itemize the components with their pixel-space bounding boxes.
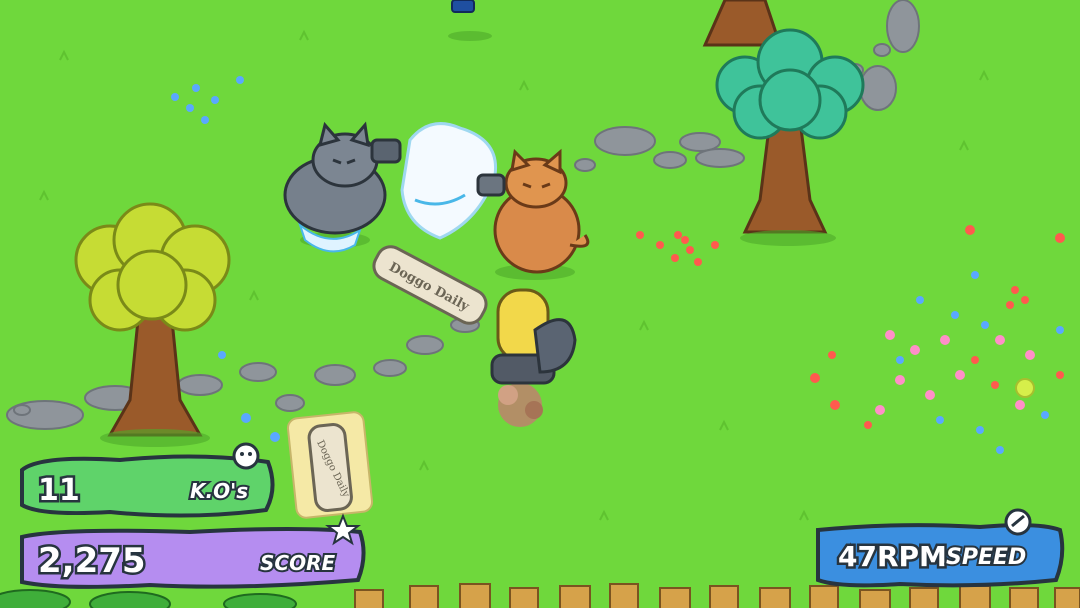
tennis-ball	[1015, 378, 1035, 398]
ko-label: K.O's	[190, 479, 248, 503]
score-value: 2,275	[38, 541, 146, 581]
weapon-pickup-slot: Doggo Daily	[286, 411, 374, 519]
ko-value: 11	[38, 473, 80, 508]
game-scene: Doggo Daily 11 K.O's Doggo Daily 2,275 S…	[0, 0, 1080, 608]
wrench-icon	[1004, 508, 1032, 536]
wooden-fence	[354, 583, 1080, 608]
dog-head-icon	[232, 442, 260, 470]
speed-value: 47RPM	[838, 540, 947, 573]
speed-label: SPEED	[946, 545, 1026, 570]
score-label: SCORE	[260, 551, 335, 575]
